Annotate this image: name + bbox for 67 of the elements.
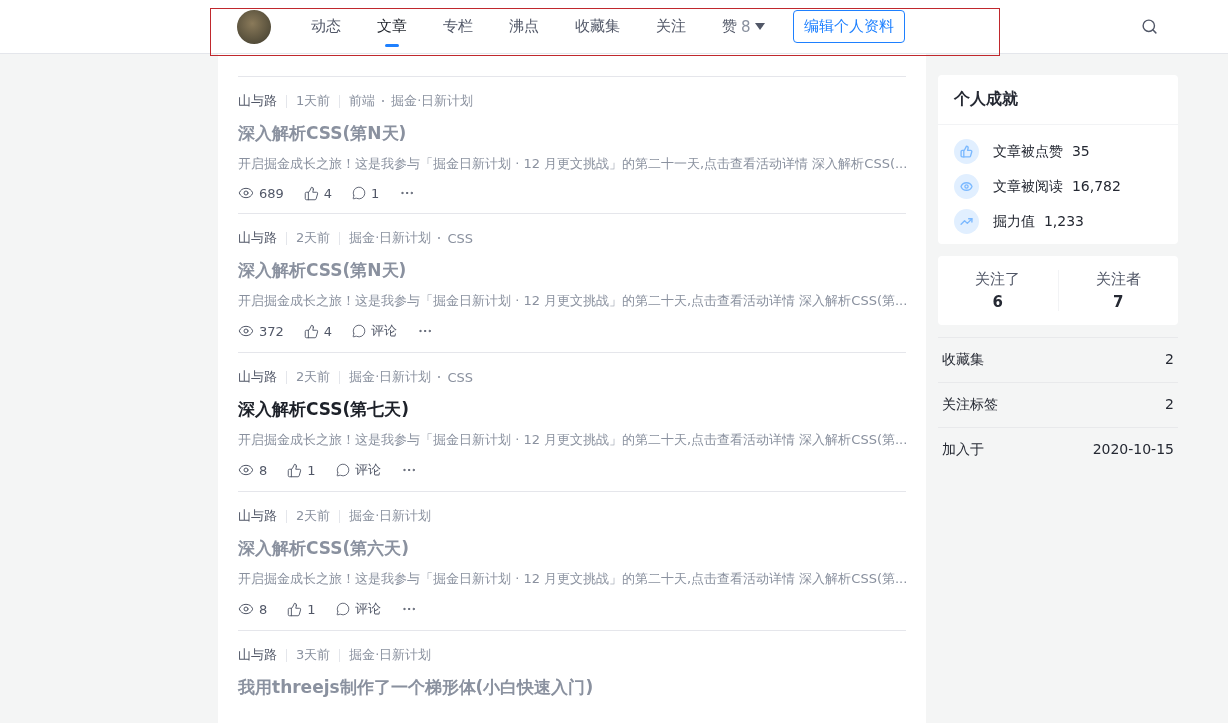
eye-icon — [238, 462, 254, 478]
like-count[interactable]: 4 — [323, 185, 333, 201]
eye-icon — [238, 323, 254, 339]
author-name[interactable]: 山与路 — [238, 229, 277, 247]
like-count[interactable]: 1 — [307, 462, 316, 478]
post-time: 3天前 — [296, 646, 331, 664]
search-icon[interactable] — [1141, 18, 1158, 35]
nav-tab[interactable]: 收藏集 — [575, 0, 620, 53]
view-count: 689 — [259, 185, 284, 201]
comment-icon[interactable] — [352, 324, 367, 338]
article-title[interactable]: 深入解析CSS(第七天) — [238, 398, 906, 421]
achievement-text: 文章被阅读 16,782 — [993, 177, 1121, 196]
comment-count[interactable]: 评论 — [354, 600, 381, 618]
stat-label[interactable]: 加入于 — [942, 441, 984, 459]
article-excerpt: 开启掘金成长之旅！这是我参与「掘金日新计划 · 12 月更文挑战」的第二十天,点击查看活动详情 深入解析CSS(第... — [238, 431, 906, 449]
stat-value: 2 — [1165, 351, 1174, 369]
follow-label[interactable]: 关注者 — [1095, 270, 1141, 289]
achievement-text: 文章被点赞 35 — [993, 142, 1090, 161]
article-excerpt: 开启掘金成长之旅！这是我参与「掘金日新计划 · 12 月更文挑战」的第二十天,点击查看活动详情 深入解析CSS(第... — [238, 292, 906, 310]
comment-count[interactable]: 1 — [371, 185, 380, 201]
achievement-text: 掘力值 1,233 — [993, 212, 1084, 231]
author-name[interactable]: 山与路 — [238, 92, 277, 110]
eye-icon — [238, 601, 254, 617]
follow-count[interactable]: 7 — [1113, 293, 1124, 311]
post-time: 1天前 — [296, 92, 331, 110]
author-name[interactable]: 山与路 — [238, 368, 277, 386]
stat-value: 2 — [1165, 396, 1174, 414]
caret-icon — [754, 23, 765, 30]
comment-count[interactable]: 评论 — [371, 322, 398, 340]
stat-label[interactable]: 收藏集 — [942, 351, 984, 369]
thumbs-up-icon — [954, 139, 979, 164]
thumbs-up-icon[interactable] — [287, 462, 303, 478]
nav-tab[interactable]: 关注 — [656, 0, 686, 53]
article-excerpt: 开启掘金成长之旅！这是我参与「掘金日新计划 · 12 月更文挑战」的第二十天,点击查看活动详情 深入解析CSS(第... — [238, 570, 906, 588]
nav-tab[interactable]: 文章 — [377, 0, 407, 53]
nav-tab[interactable]: 动态 — [311, 0, 341, 53]
article-excerpt: 开启掘金成长之旅！这是我参与「掘金日新计划 · 12 月更文挑战」的第二十一天,点击查看活动详情 深入解析CSS(... — [238, 155, 906, 173]
avatar[interactable] — [237, 9, 271, 44]
stat-label[interactable]: 关注标签 — [942, 396, 998, 414]
thumbs-up-icon[interactable] — [303, 323, 319, 339]
post-time: 2天前 — [296, 368, 331, 386]
comment-icon[interactable] — [335, 463, 350, 477]
like-count[interactable]: 4 — [323, 323, 333, 339]
view-count: 8 — [259, 601, 268, 617]
card-title: 个人成就 — [938, 75, 1178, 125]
nav-tab[interactable]: 专栏 — [443, 0, 473, 53]
likes-dropdown[interactable]: 赞 8 — [722, 17, 765, 36]
eye-icon — [954, 174, 979, 199]
comment-count[interactable]: 评论 — [354, 461, 381, 479]
comment-icon[interactable] — [352, 186, 367, 200]
comment-icon[interactable] — [335, 602, 350, 616]
follow-label[interactable]: 关注了 — [975, 270, 1021, 289]
post-time: 2天前 — [296, 507, 331, 525]
eye-icon — [238, 185, 254, 201]
nav-tab[interactable]: 沸点 — [509, 0, 539, 53]
author-name[interactable]: 山与路 — [238, 507, 277, 525]
edit-profile-button[interactable]: 编辑个人资料 — [792, 10, 905, 43]
thumbs-up-icon[interactable] — [287, 601, 303, 617]
trend-up-icon — [954, 209, 979, 234]
author-name[interactable]: 山与路 — [238, 646, 277, 664]
thumbs-up-icon[interactable] — [303, 185, 319, 201]
view-count: 372 — [259, 323, 284, 339]
stat-value: 2020-10-15 — [1092, 441, 1174, 459]
view-count: 8 — [259, 462, 268, 478]
post-time: 2天前 — [296, 229, 331, 247]
follow-count[interactable]: 6 — [992, 293, 1003, 311]
like-count[interactable]: 1 — [307, 601, 316, 617]
